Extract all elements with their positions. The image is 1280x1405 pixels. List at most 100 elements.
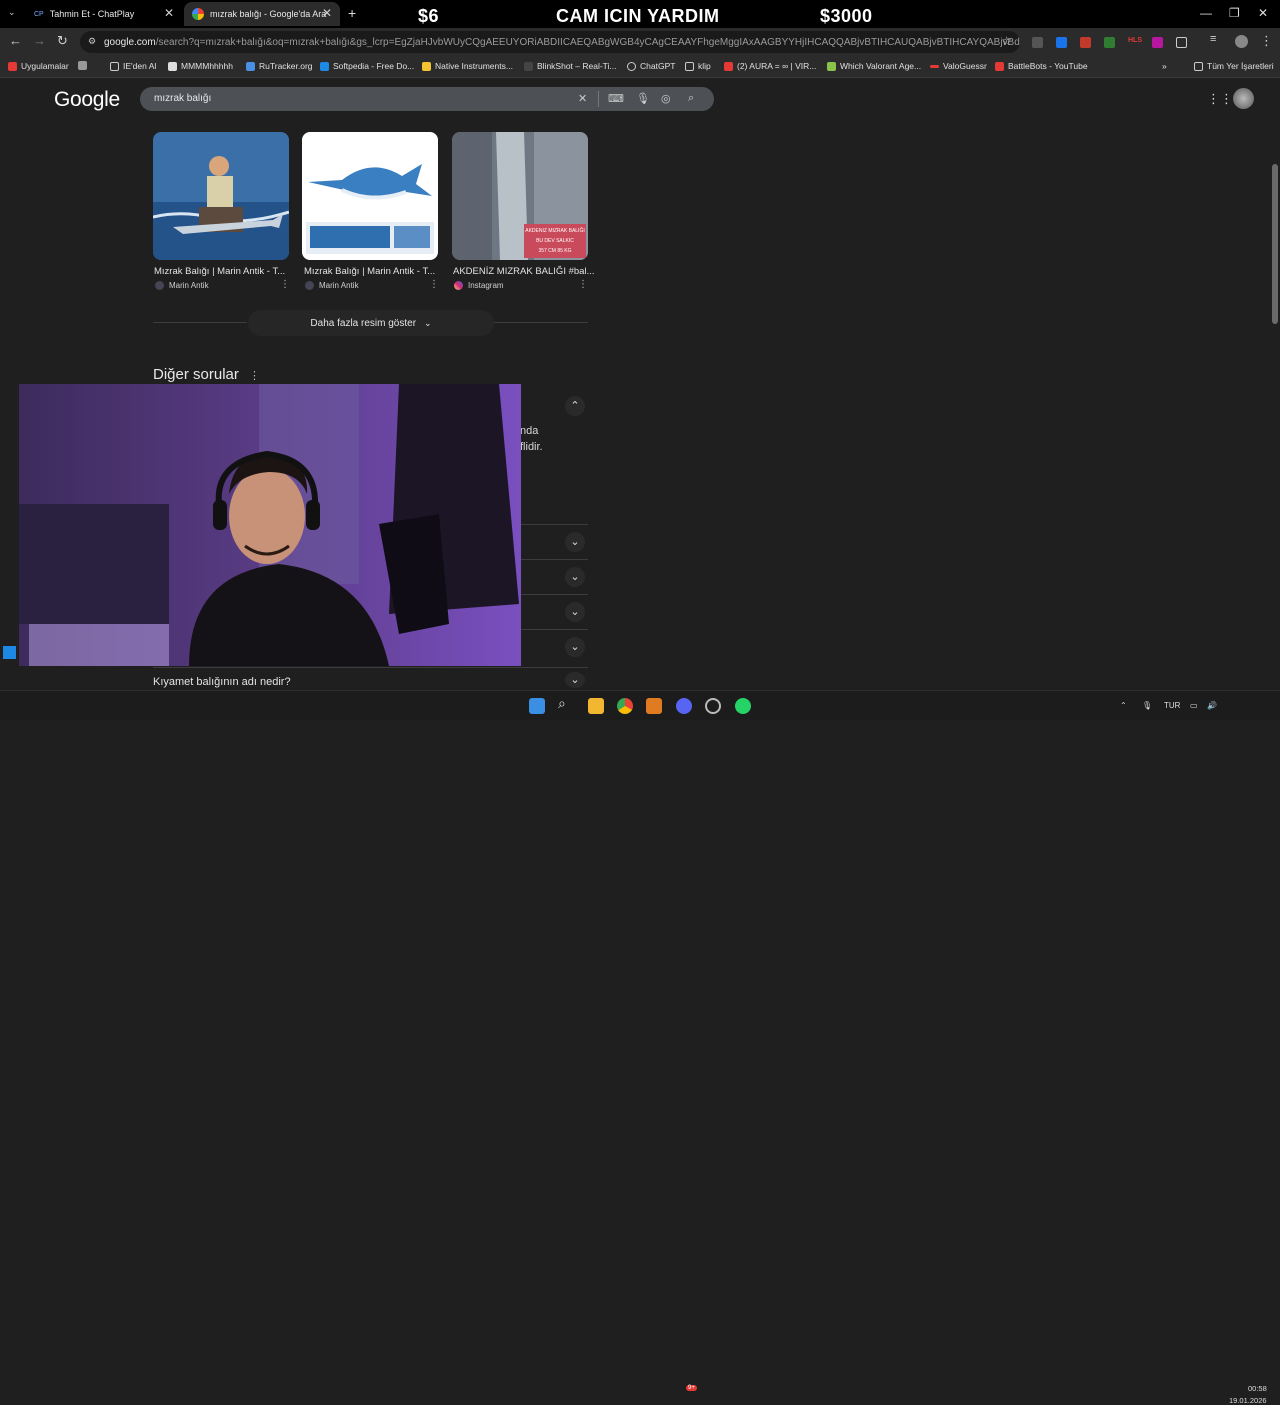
microphone-tray-icon[interactable]: 🎙 xyxy=(1142,701,1152,710)
more-options-icon[interactable]: ⋮ xyxy=(429,279,439,290)
bookmark-label: Native Instruments... xyxy=(435,61,513,71)
bookmark-valoguessr[interactable]: ValoGuessr xyxy=(930,61,987,71)
keyboard-icon[interactable]: ⌨ xyxy=(608,92,624,105)
chevron-down-icon[interactable]: ⌄ xyxy=(565,672,585,688)
bookmark-klip[interactable]: klip xyxy=(685,61,711,71)
file-explorer-icon[interactable] xyxy=(588,698,604,714)
tab-google-search[interactable]: mızrak balığı - Google'da Ara ✕ xyxy=(184,2,340,26)
chevron-up-icon[interactable]: ⌃ xyxy=(565,396,585,416)
image-caption-line: 357 CM 85 KG xyxy=(538,248,571,254)
bookmark-chatgpt[interactable]: ChatGPT xyxy=(627,61,675,71)
instagram-icon xyxy=(454,281,463,290)
bookmark-native-instruments[interactable]: Native Instruments... xyxy=(422,61,513,71)
image-title[interactable]: Mızrak Balığı | Marin Antik - T... xyxy=(154,266,285,277)
chevron-down-icon[interactable]: ⌄ xyxy=(565,637,585,657)
bookmark-softpedia[interactable]: Softpedia - Free Do... xyxy=(320,61,414,71)
profile-avatar[interactable] xyxy=(1235,35,1248,48)
bookmark-aura[interactable]: (2) AURA = ∞ | VIR... xyxy=(724,61,816,71)
image-title[interactable]: Mızrak Balığı | Marin Antik - T... xyxy=(304,266,435,277)
image-result-2[interactable] xyxy=(302,132,438,260)
input-language[interactable]: TUR xyxy=(1164,701,1180,710)
extension-icon[interactable] xyxy=(1032,37,1043,48)
reload-icon[interactable]: ↻ xyxy=(57,33,68,49)
page-scrollbar[interactable] xyxy=(1270,80,1280,690)
bookmark-rutracker[interactable]: RuTracker.org xyxy=(246,61,313,71)
search-icon[interactable]: ⌕ xyxy=(688,92,694,105)
hls-extension-icon[interactable]: HLS xyxy=(1128,37,1142,48)
reading-list-icon[interactable]: ≡ xyxy=(1210,33,1216,45)
google-apps-icon[interactable]: ⋮⋮ xyxy=(1207,91,1233,107)
youtube-icon xyxy=(995,61,1004,71)
grid-icon xyxy=(78,61,87,70)
chevron-down-icon[interactable]: ⌄ xyxy=(565,532,585,552)
chatplay-icon: CP xyxy=(34,10,44,18)
chevron-down-icon[interactable]: ⌄ xyxy=(565,567,585,587)
bookmark-label: IE'den Al xyxy=(123,61,157,71)
question-item[interactable]: Kıyamet balığının adı nedir? xyxy=(153,676,291,688)
download-extension-icon[interactable] xyxy=(1104,37,1115,48)
google-account-avatar[interactable] xyxy=(1233,88,1254,109)
image-source[interactable]: Marin Antik xyxy=(155,281,209,290)
bookmark-blinkshot[interactable]: BlinkShot – Real-Ti... xyxy=(524,61,617,71)
translate-extension-icon[interactable] xyxy=(1056,37,1067,48)
image-result-3[interactable]: AKDENIZ MIZRAK BALIĞI BU DEV SALKIC 357 … xyxy=(452,132,588,260)
google-logo[interactable]: Google xyxy=(54,88,120,112)
scrollbar-thumb[interactable] xyxy=(1272,164,1278,324)
close-tab-icon[interactable]: ✕ xyxy=(322,6,332,20)
chrome-icon[interactable] xyxy=(617,698,633,714)
tab-search-chevron-icon[interactable]: ⌄ xyxy=(8,7,16,18)
bookmark-mmmm[interactable]: MMMMhhhhh xyxy=(168,61,233,71)
all-bookmarks[interactable]: Tüm Yer İşaretleri xyxy=(1194,61,1274,71)
chevron-down-icon[interactable]: ⌄ xyxy=(565,602,585,622)
fl-studio-icon[interactable] xyxy=(646,698,662,714)
bookmark-star-icon[interactable]: ☆ xyxy=(1001,34,1012,48)
site-icon xyxy=(827,61,836,71)
search-input[interactable]: mızrak balığı xyxy=(140,87,714,111)
site-info-icon[interactable]: ⚙ xyxy=(88,36,96,47)
clock-time[interactable]: 00:58 xyxy=(1248,1384,1267,1393)
image-source[interactable]: Instagram xyxy=(454,281,504,290)
bookmark-apps[interactable]: Uygulamalar xyxy=(8,61,69,71)
tab-chatplay[interactable]: CP Tahmin Et - ChatPlay ✕ xyxy=(26,2,182,26)
bookmark-grid[interactable] xyxy=(78,61,91,70)
discord-icon[interactable] xyxy=(676,698,692,714)
more-options-icon[interactable]: ⋮ xyxy=(578,279,588,290)
volume-icon[interactable]: 🔊 xyxy=(1207,701,1217,710)
answer-text-fragment: flidir. xyxy=(520,441,543,453)
whatsapp-icon[interactable] xyxy=(735,698,751,714)
restore-icon[interactable]: ❐ xyxy=(1229,6,1240,20)
image-source[interactable]: Marin Antik xyxy=(305,281,359,290)
image-title[interactable]: AKDENİZ MIZRAK BALIĞI #bal... xyxy=(453,266,594,277)
search-icon[interactable]: ⌕ xyxy=(558,695,574,711)
lens-icon[interactable]: ◎ xyxy=(661,92,671,105)
minimize-icon[interactable]: — xyxy=(1200,6,1212,20)
back-icon[interactable]: ← xyxy=(9,33,22,48)
clock-date[interactable]: 19.01.2026 xyxy=(1229,1396,1267,1405)
clear-search-icon[interactable]: ✕ xyxy=(578,92,587,105)
image-result-1[interactable] xyxy=(153,132,289,260)
extensions-puzzle-icon[interactable] xyxy=(1176,37,1187,48)
more-images-button[interactable]: Daha fazla resim göster ⌄ xyxy=(248,310,494,336)
bookmark-label: Uygulamalar xyxy=(21,61,69,71)
tray-overflow-icon[interactable]: ⌃ xyxy=(1120,701,1127,710)
network-icon[interactable]: ▭ xyxy=(1190,701,1198,710)
close-window-icon[interactable]: ✕ xyxy=(1258,6,1268,20)
microphone-icon[interactable]: 🎙 xyxy=(636,92,650,105)
bookmark-valorant[interactable]: Which Valorant Age... xyxy=(827,61,921,71)
bookmark-battlebots[interactable]: BattleBots - YouTube xyxy=(995,61,1088,71)
folder-icon xyxy=(685,61,694,71)
new-tab-button[interactable]: + xyxy=(348,5,356,21)
close-tab-icon[interactable]: ✕ xyxy=(164,6,174,20)
extension-icon[interactable] xyxy=(1080,37,1091,48)
more-options-icon[interactable]: ⋮ xyxy=(249,369,260,382)
bookmark-ie[interactable]: IE'den Al xyxy=(110,61,156,71)
browser-menu-icon[interactable]: ⋮ xyxy=(1260,33,1273,49)
obs-icon[interactable] xyxy=(705,698,721,714)
windows-start-icon[interactable] xyxy=(529,698,545,714)
extension-icon[interactable] xyxy=(1152,37,1163,48)
more-options-icon[interactable]: ⋮ xyxy=(280,279,290,290)
divider xyxy=(520,594,588,595)
bookmarks-overflow-icon[interactable]: » xyxy=(1162,61,1167,71)
address-bar[interactable]: ⚙ google.com/search?q=mızrak+balığı&oq=m… xyxy=(80,31,1020,53)
forward-icon[interactable]: → xyxy=(33,33,46,48)
